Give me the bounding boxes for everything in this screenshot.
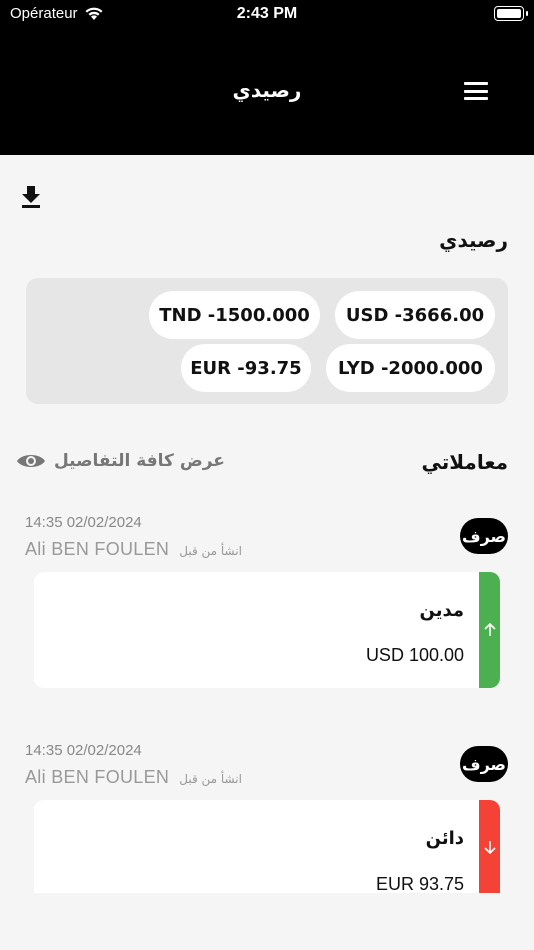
app-header: Opérateur 2:43 PM رصيدي bbox=[0, 0, 534, 155]
balance-chip-lyd: LYD -2000.000 bbox=[326, 344, 495, 392]
transaction-creator: Ali BEN FOULEN انشأ من قبل bbox=[25, 539, 242, 560]
credit-indicator bbox=[479, 800, 500, 893]
balance-chip-tnd: TND -1500.000 bbox=[149, 291, 320, 339]
download-icon[interactable] bbox=[18, 183, 44, 211]
view-all-details-link[interactable]: عرض كافة التفاصيل bbox=[16, 451, 225, 471]
eye-icon bbox=[17, 455, 45, 467]
transaction-amount: EUR 93.75 bbox=[375, 874, 464, 893]
status-time: 2:43 PM bbox=[236, 5, 298, 22]
transaction-card[interactable]: دائن EUR 93.75 bbox=[34, 800, 500, 893]
balance-chip-usd: USD -3666.00 bbox=[335, 291, 495, 339]
balance-section-title: رصيدي bbox=[439, 228, 508, 252]
transaction-user-name: Ali BEN FOULEN bbox=[25, 539, 170, 559]
created-by-label: انشأ من قبل bbox=[179, 772, 242, 786]
transaction-type-badge: صرف bbox=[460, 518, 508, 554]
transaction-label: دائن bbox=[425, 828, 464, 849]
hamburger-icon[interactable] bbox=[462, 80, 490, 102]
balance-chip-eur: EUR -93.75 bbox=[181, 344, 311, 392]
transaction-label: مدين bbox=[419, 600, 465, 621]
debit-indicator bbox=[479, 572, 500, 688]
transaction-creator: Ali BEN FOULEN انشأ من قبل bbox=[25, 767, 242, 788]
transaction-datetime: 14:35 02/02/2024 bbox=[25, 514, 142, 531]
page-title: رصيدي bbox=[232, 78, 302, 102]
transaction-user-name: Ali BEN FOULEN bbox=[25, 767, 170, 787]
transaction-amount: USD 100.00 bbox=[365, 645, 464, 665]
transactions-section-title: معاملاتي bbox=[421, 450, 509, 474]
created-by-label: انشأ من قبل bbox=[179, 544, 242, 558]
status-bar: Opérateur 2:43 PM bbox=[0, 0, 534, 28]
transaction-type-badge: صرف bbox=[460, 746, 508, 782]
arrow-down-icon bbox=[483, 840, 496, 854]
balances-container: USD -3666.00 TND -1500.000 LYD -2000.000… bbox=[26, 278, 508, 404]
battery-icon bbox=[494, 6, 528, 21]
transaction-card[interactable]: مدين USD 100.00 bbox=[34, 572, 500, 688]
transaction-datetime: 14:35 02/02/2024 bbox=[25, 742, 142, 759]
arrow-up-icon bbox=[483, 623, 496, 636]
view-all-details-label: عرض كافة التفاصيل bbox=[54, 451, 225, 471]
